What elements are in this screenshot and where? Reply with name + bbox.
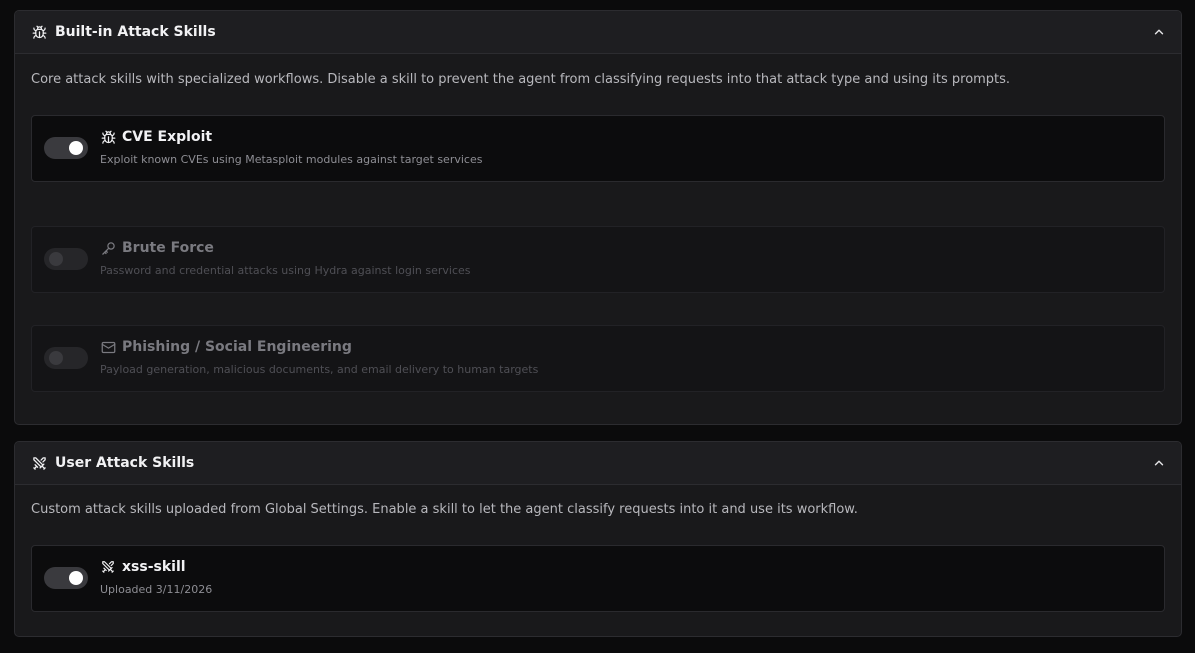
brute-force-toggle[interactable] bbox=[44, 248, 88, 270]
toggle-knob bbox=[69, 571, 83, 585]
mail-icon bbox=[100, 339, 116, 355]
skill-card-brute-force: Brute Force Password and credential atta… bbox=[31, 226, 1165, 293]
toggle-knob bbox=[69, 141, 83, 155]
user-skills-header[interactable]: User Attack Skills bbox=[15, 442, 1181, 485]
builtin-skills-header[interactable]: Built-in Attack Skills bbox=[15, 11, 1181, 54]
skill-name: Phishing / Social Engineering bbox=[122, 339, 352, 355]
chevron-up-icon[interactable] bbox=[1151, 455, 1167, 471]
skill-card-xss-skill: xss-skill Uploaded 3/11/2026 bbox=[31, 545, 1165, 612]
builtin-skills-panel: Built-in Attack Skills Core attack skill… bbox=[14, 10, 1182, 425]
skill-description: Exploit known CVEs using Metasploit modu… bbox=[100, 153, 483, 166]
user-skills-title: User Attack Skills bbox=[55, 455, 195, 471]
toggle-knob bbox=[49, 252, 63, 266]
skill-name: xss-skill bbox=[122, 559, 186, 575]
crossed-swords-icon bbox=[100, 559, 116, 575]
crossed-swords-icon bbox=[31, 455, 47, 471]
skill-card-cve-exploit: CVE Exploit Exploit known CVEs using Met… bbox=[31, 115, 1165, 182]
toggle-knob bbox=[49, 351, 63, 365]
user-skills-description: Custom attack skills uploaded from Globa… bbox=[31, 502, 858, 517]
skill-name: Brute Force bbox=[122, 240, 214, 256]
phishing-toggle[interactable] bbox=[44, 347, 88, 369]
bug-icon bbox=[100, 129, 116, 145]
cve-exploit-toggle[interactable] bbox=[44, 137, 88, 159]
skill-card-phishing: Phishing / Social Engineering Payload ge… bbox=[31, 325, 1165, 392]
builtin-skills-description: Core attack skills with specialized work… bbox=[31, 72, 1011, 87]
skill-description: Password and credential attacks using Hy… bbox=[100, 264, 471, 277]
xss-skill-toggle[interactable] bbox=[44, 567, 88, 589]
builtin-skills-title: Built-in Attack Skills bbox=[55, 24, 216, 40]
chevron-up-icon[interactable] bbox=[1151, 24, 1167, 40]
key-icon bbox=[100, 240, 116, 256]
bug-icon bbox=[31, 24, 47, 40]
user-skills-panel: User Attack Skills Custom attack skills … bbox=[14, 441, 1182, 637]
skill-description: Payload generation, malicious documents,… bbox=[100, 363, 539, 376]
skill-upload-date: Uploaded 3/11/2026 bbox=[100, 583, 213, 596]
skill-name: CVE Exploit bbox=[122, 129, 213, 145]
